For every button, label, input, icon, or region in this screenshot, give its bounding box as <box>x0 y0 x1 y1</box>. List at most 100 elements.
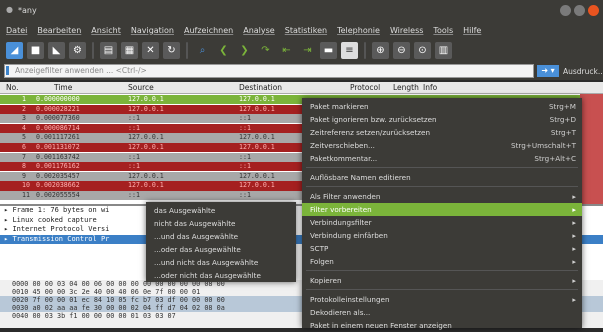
zoom-in-icon[interactable]: ⊕ <box>372 41 389 59</box>
submenu-item-and-selected[interactable]: ...und das Ausgewählte <box>146 230 296 243</box>
menu-separator <box>306 167 578 168</box>
packet-no: 7 <box>22 152 26 161</box>
menu-analyse[interactable]: Analyse <box>243 26 275 35</box>
submenu-item-or-selected[interactable]: ...oder das Ausgewählte <box>146 243 296 256</box>
packet-destination: 127.0.0.1 <box>239 104 275 113</box>
menu-telephonie[interactable]: Telephonie <box>337 26 380 35</box>
open-file-icon[interactable]: ▤ <box>100 41 117 59</box>
restart-icon[interactable]: ◣ <box>48 41 65 59</box>
packet-source: 127.0.0.1 <box>128 104 164 113</box>
menu-wireless[interactable]: Wireless <box>390 26 423 35</box>
menu-datei[interactable]: Datei <box>6 26 27 35</box>
packet-no: 4 <box>22 123 26 132</box>
menu-item-follow[interactable]: Folgen ▸ <box>302 255 582 268</box>
packet-time: 0.000000000 <box>36 95 80 103</box>
menu-navigation[interactable]: Navigation <box>131 26 174 35</box>
packet-source: 127.0.0.1 <box>128 171 164 180</box>
menu-item-apply-as-filter[interactable]: Als Filter anwenden ▸ <box>302 190 582 203</box>
packet-destination: ::1 <box>239 162 251 171</box>
menu-item-colorize-conversation[interactable]: Verbindung einfärben ▸ <box>302 229 582 242</box>
submenu-item-or-not-selected[interactable]: ...oder nicht das Ausgewählte <box>146 269 296 282</box>
menu-bearbeiten[interactable]: Bearbeiten <box>37 26 81 35</box>
menu-item-sctp[interactable]: SCTP ▸ <box>302 242 582 255</box>
menu-item-edit-resolved-name[interactable]: Auflösbare Namen editieren <box>302 171 582 184</box>
display-filter-input[interactable]: Anzeigefilter anwenden ... <Ctrl-/> <box>4 64 534 78</box>
prepare-filter-submenu: das Ausgewählte nicht das Ausgewählte ..… <box>146 202 296 282</box>
packet-time: 0.002038662 <box>36 181 80 190</box>
toolbar-separator <box>186 41 188 59</box>
menu-item-conversation-filter[interactable]: Verbindungsfilter ▸ <box>302 216 582 229</box>
packet-destination: ::1 <box>239 123 251 132</box>
packet-destination: 127.0.0.1 <box>239 143 275 151</box>
column-info[interactable]: Info <box>423 83 437 92</box>
minimize-button[interactable] <box>560 5 571 16</box>
menu-item-mark-packet[interactable]: Paket markieren Strg+M <box>302 100 582 113</box>
menu-item-packet-comment[interactable]: Paketkommentar... Strg+Alt+C <box>302 152 582 165</box>
back-icon[interactable]: ❮ <box>215 42 232 59</box>
maximize-button[interactable] <box>574 5 585 16</box>
packet-time: 0.001176162 <box>36 162 80 171</box>
stop-icon[interactable]: ■ <box>27 41 44 59</box>
save-icon[interactable]: ▦ <box>121 41 138 59</box>
bookmark-icon[interactable] <box>6 66 9 75</box>
menu-item-prepare-filter[interactable]: Filter vorbereiten ▸ <box>302 203 582 216</box>
packet-destination: ::1 <box>239 114 251 123</box>
packet-time: 0.000086714 <box>36 123 80 132</box>
menu-item-copy[interactable]: Kopieren ▸ <box>302 274 582 287</box>
packet-destination: ::1 <box>239 152 251 161</box>
column-time[interactable]: Time <box>54 83 72 92</box>
packet-time: 0.001131072 <box>36 143 80 151</box>
menu-ansicht[interactable]: Ansicht <box>91 26 121 35</box>
menu-item-decode-as[interactable]: Dekodieren als... <box>302 306 582 319</box>
menu-item-protocol-preferences[interactable]: Protokolleinstellungen ▸ <box>302 293 582 306</box>
menu-separator <box>306 289 578 290</box>
reload-icon[interactable]: ↻ <box>163 41 180 59</box>
close-file-icon[interactable]: ✕ <box>142 41 159 59</box>
packet-source: 127.0.0.1 <box>128 133 164 142</box>
toolbar-separator <box>364 41 366 59</box>
column-source[interactable]: Source <box>128 83 154 92</box>
column-protocol[interactable]: Protocol <box>350 83 380 92</box>
menu-item-show-packet-new-window[interactable]: Paket in einem neuen Fenster anzeigen <box>302 319 582 332</box>
submenu-item-and-not-selected[interactable]: ...und nicht das Ausgewählte <box>146 256 296 269</box>
goto-icon[interactable]: ↷ <box>257 42 274 59</box>
find-icon[interactable]: ⌕ <box>194 42 211 59</box>
packet-source: ::1 <box>128 123 140 132</box>
packet-no: 3 <box>22 114 26 123</box>
colorize-icon[interactable]: ≡ <box>341 41 358 59</box>
packet-no: 5 <box>22 133 26 142</box>
packet-source: ::1 <box>128 191 140 199</box>
menu-bar: Datei Bearbeiten Ansicht Navigation Aufz… <box>0 22 603 38</box>
column-destination[interactable]: Destination <box>239 83 282 92</box>
last-icon[interactable]: ⇥ <box>299 42 316 59</box>
zoom-normal-icon[interactable]: ⊙ <box>414 41 431 59</box>
packet-no: 6 <box>22 143 26 151</box>
column-length[interactable]: Length <box>393 83 419 92</box>
options-icon[interactable]: ⚙ <box>69 41 86 59</box>
packet-destination: 127.0.0.1 <box>239 171 275 180</box>
submenu-item-selected[interactable]: das Ausgewählte <box>146 204 296 217</box>
autoscroll-icon[interactable]: ▬ <box>320 41 337 59</box>
menu-item-time-shift[interactable]: Zeitverschieben... Strg+Umschalt+T <box>302 139 582 152</box>
resize-columns-icon[interactable]: ▥ <box>435 41 452 59</box>
menu-statistiken[interactable]: Statistiken <box>285 26 327 35</box>
column-no[interactable]: No. <box>6 83 18 92</box>
menu-tools[interactable]: Tools <box>433 26 453 35</box>
menu-aufzeichnen[interactable]: Aufzeichnen <box>184 26 233 35</box>
forward-icon[interactable]: ❯ <box>236 42 253 59</box>
packet-source: ::1 <box>128 152 140 161</box>
menu-item-ignore-packet[interactable]: Paket ignorieren bzw. zurücksetzen Strg+D <box>302 113 582 126</box>
menu-item-time-reference[interactable]: Zeitreferenz setzen/zurücksetzen Strg+T <box>302 126 582 139</box>
menu-hilfe[interactable]: Hilfe <box>463 26 481 35</box>
close-button[interactable] <box>588 5 599 16</box>
packet-source: 127.0.0.1 <box>128 143 164 151</box>
submenu-item-not-selected[interactable]: nicht das Ausgewählte <box>146 217 296 230</box>
expression-button[interactable]: Ausdruck... <box>563 67 603 76</box>
shark-start-icon[interactable]: ◢ <box>6 41 23 59</box>
apply-filter-button[interactable]: ➜ ▾ <box>537 65 559 77</box>
first-icon[interactable]: ⇤ <box>278 42 295 59</box>
packet-time: 0.002035457 <box>36 171 80 180</box>
packet-time: 0.002055554 <box>36 191 80 199</box>
zoom-out-icon[interactable]: ⊖ <box>393 41 410 59</box>
packet-time: 0.000028221 <box>36 104 80 113</box>
